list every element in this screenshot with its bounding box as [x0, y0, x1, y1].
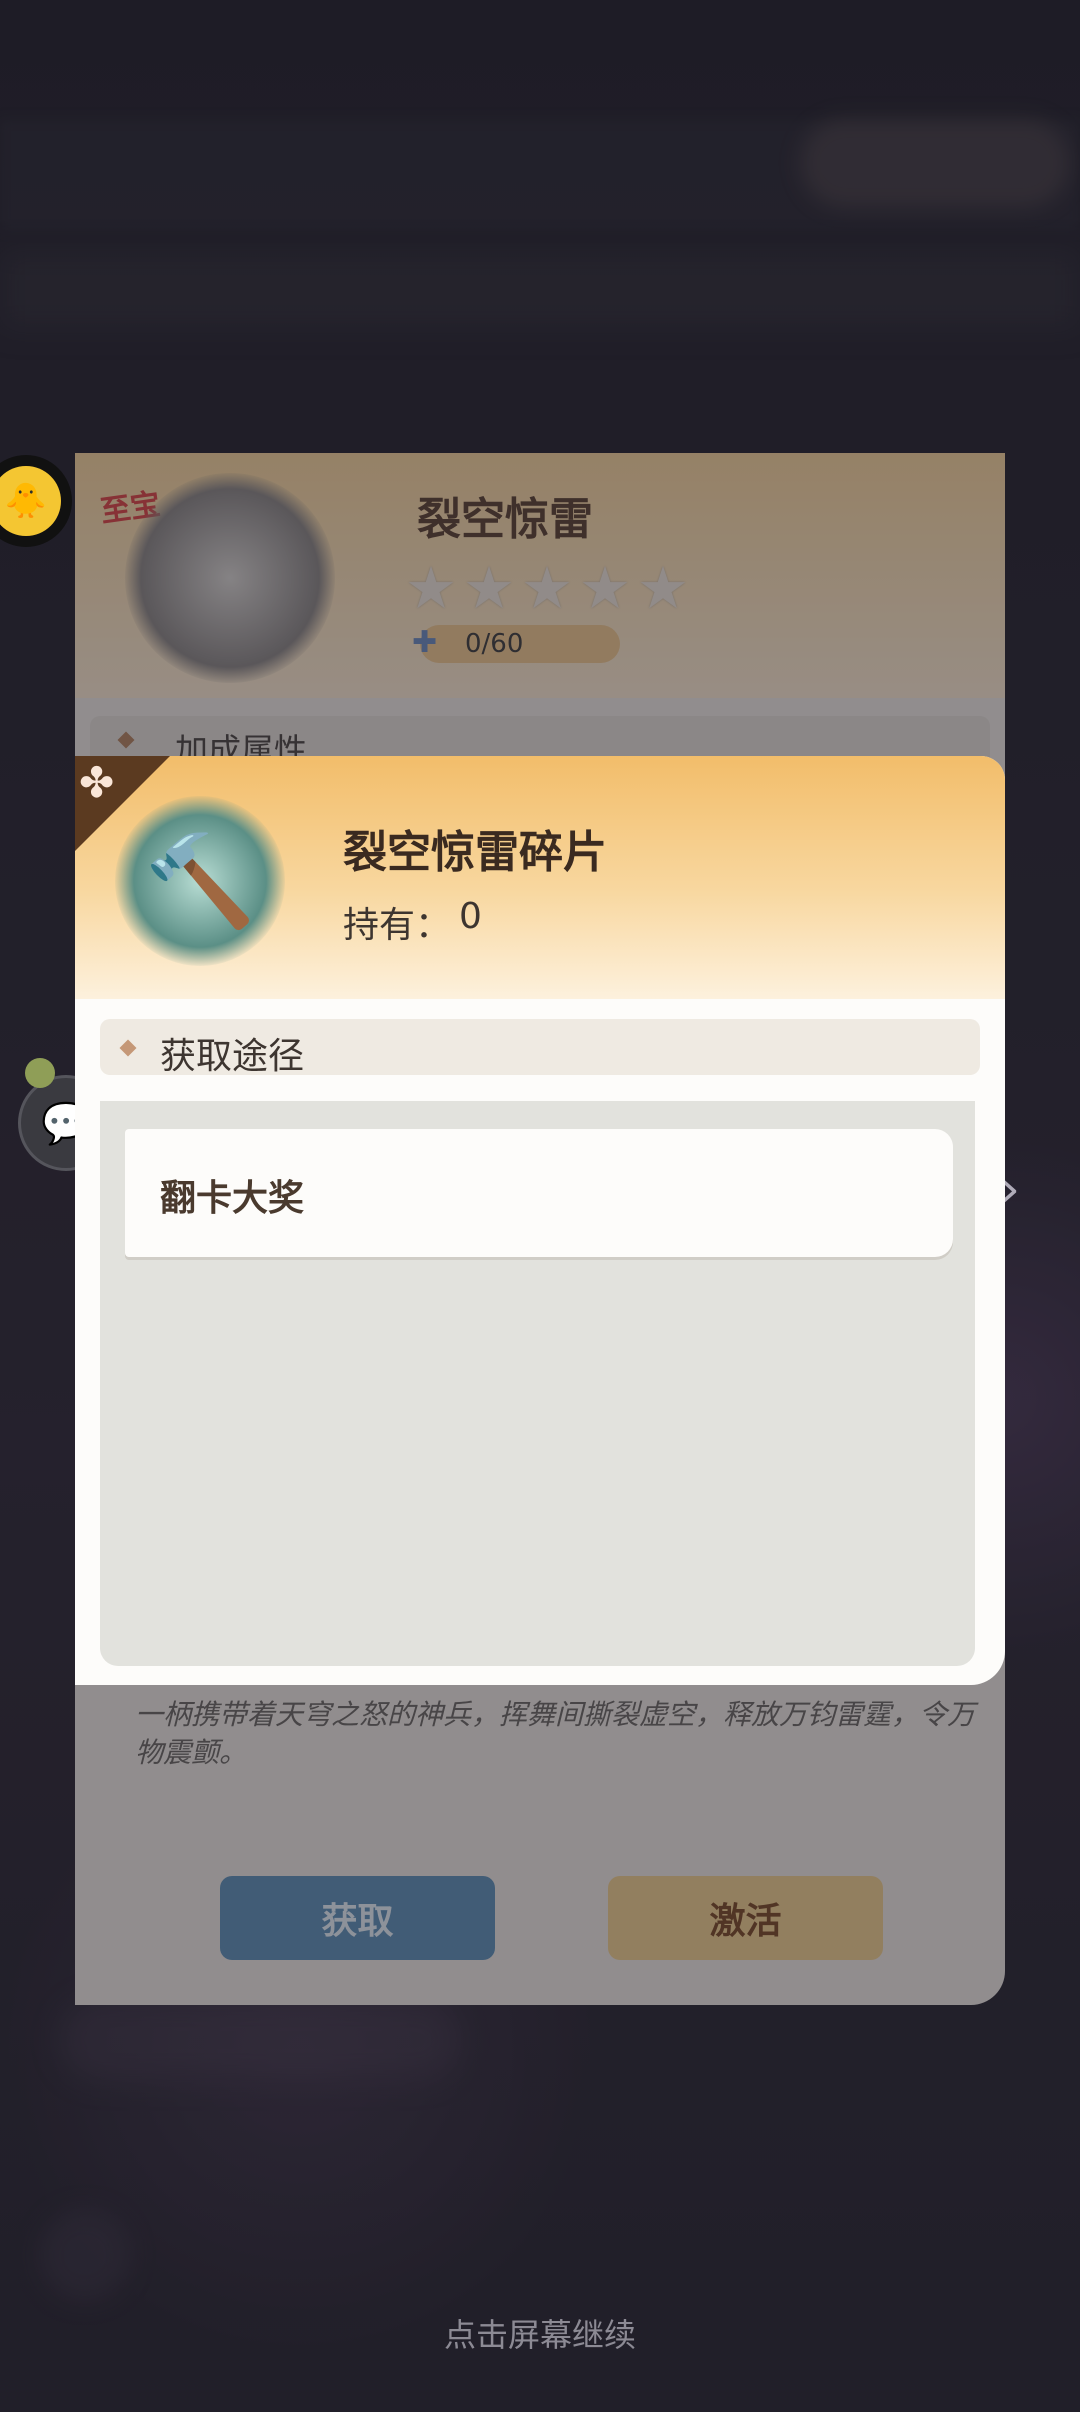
- person-icon: [25, 1058, 55, 1088]
- source-list: 翻卡大奖: [100, 1101, 975, 1666]
- puzzle-icon: ✤: [79, 758, 115, 807]
- owned-label: 持有：: [343, 905, 452, 946]
- hammer-icon: 🔨: [143, 828, 257, 934]
- section-label: 获取途径: [160, 1036, 305, 1077]
- owned-count: 持有： 0: [343, 896, 482, 948]
- diamond-icon: [119, 1039, 137, 1057]
- fragment-title: 裂空惊雷碎片: [343, 827, 607, 878]
- fragment-header: ✤ 🔨 裂空惊雷碎片 持有： 0: [75, 756, 1005, 999]
- avatar-icon: 🐥: [0, 466, 61, 536]
- list-item[interactable]: 翻卡大奖: [125, 1129, 953, 1257]
- source-label: 翻卡大奖: [160, 1178, 305, 1219]
- fragment-modal: ✤ 🔨 裂空惊雷碎片 持有： 0 获取途径 翻卡大奖: [75, 756, 1005, 1685]
- tap-to-continue[interactable]: 点击屏幕继续: [0, 2310, 1080, 2356]
- fragment-image: 🔨: [115, 796, 285, 966]
- obtain-source-section: 获取途径: [100, 1019, 980, 1077]
- owned-value: 0: [459, 896, 482, 937]
